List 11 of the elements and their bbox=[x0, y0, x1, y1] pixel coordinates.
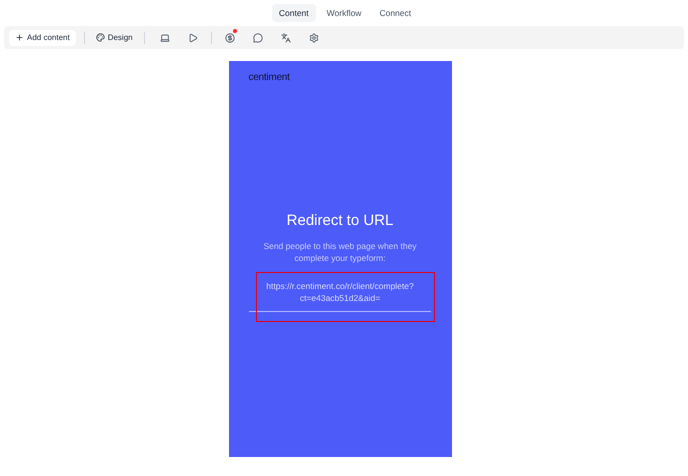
plus-icon bbox=[15, 33, 24, 42]
palette-icon bbox=[96, 33, 105, 42]
tab[interactable]: Workflow bbox=[320, 4, 368, 22]
tab[interactable]: Content bbox=[272, 4, 316, 22]
tab[interactable]: Connect bbox=[372, 4, 418, 22]
description: Send people to this web page when they complete your typeform: bbox=[262, 240, 418, 264]
logo: centiment bbox=[248, 71, 290, 85]
url-field[interactable]: https://r.centiment.co/r/client/complete?ct=e43acb51d2&aid= bbox=[249, 274, 431, 312]
design-button[interactable]: Design bbox=[92, 30, 136, 46]
title: Redirect to URL bbox=[286, 211, 394, 231]
add-content-button[interactable]: Add content bbox=[9, 30, 76, 46]
